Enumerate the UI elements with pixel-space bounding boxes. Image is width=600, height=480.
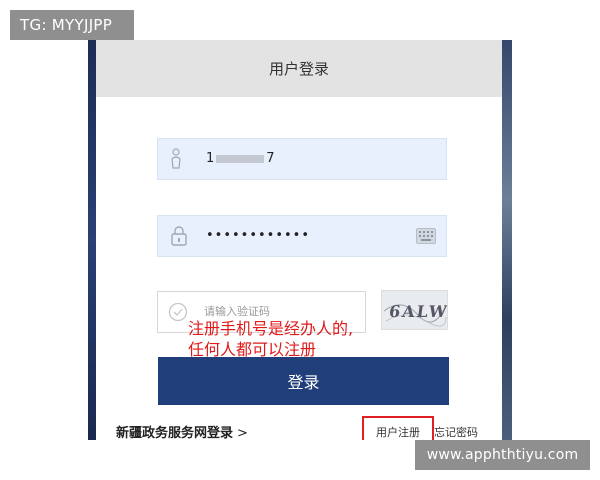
forgot-password-link[interactable]: 忘记密码 <box>434 424 478 440</box>
check-circle-icon <box>168 302 188 326</box>
keyboard-icon[interactable] <box>416 228 436 248</box>
username-value: 17 <box>206 151 275 166</box>
tg-label: TG: MYYJJPP <box>10 10 134 40</box>
captcha-text: 6ALW <box>388 302 447 321</box>
login-button[interactable]: 登录 <box>158 357 449 405</box>
chevron-right-icon: > <box>237 426 248 440</box>
gov-login-label: 新疆政务服务网登录 <box>116 426 234 440</box>
password-value: •••••••••••• <box>206 228 311 243</box>
username-field[interactable]: 17 <box>157 138 447 180</box>
password-field[interactable]: •••••••••••• <box>157 215 447 257</box>
captcha-image[interactable]: 6ALW <box>381 290 450 330</box>
background-right <box>502 40 512 440</box>
user-icon <box>170 148 182 174</box>
login-title: 用户登录 <box>268 60 329 78</box>
background-left <box>88 40 96 440</box>
panel-header: 用户登录 <box>96 40 502 97</box>
annotation-note: 注册手机号是经办人的, 任何人都可以注册 <box>188 318 353 360</box>
lock-icon <box>170 225 188 251</box>
masked-digits <box>216 154 265 163</box>
watermark-url: www.apphthtiyu.com <box>415 440 590 470</box>
register-link[interactable]: 用户注册 <box>362 416 434 440</box>
gov-login-link[interactable]: 新疆政务服务网登录 > <box>116 422 248 440</box>
annotation-line-1: 注册手机号是经办人的, <box>188 319 354 338</box>
login-panel: 用户登录 17 •••••••••••• 请输入验证码 6ALW 注册手机号是经… <box>96 40 502 440</box>
